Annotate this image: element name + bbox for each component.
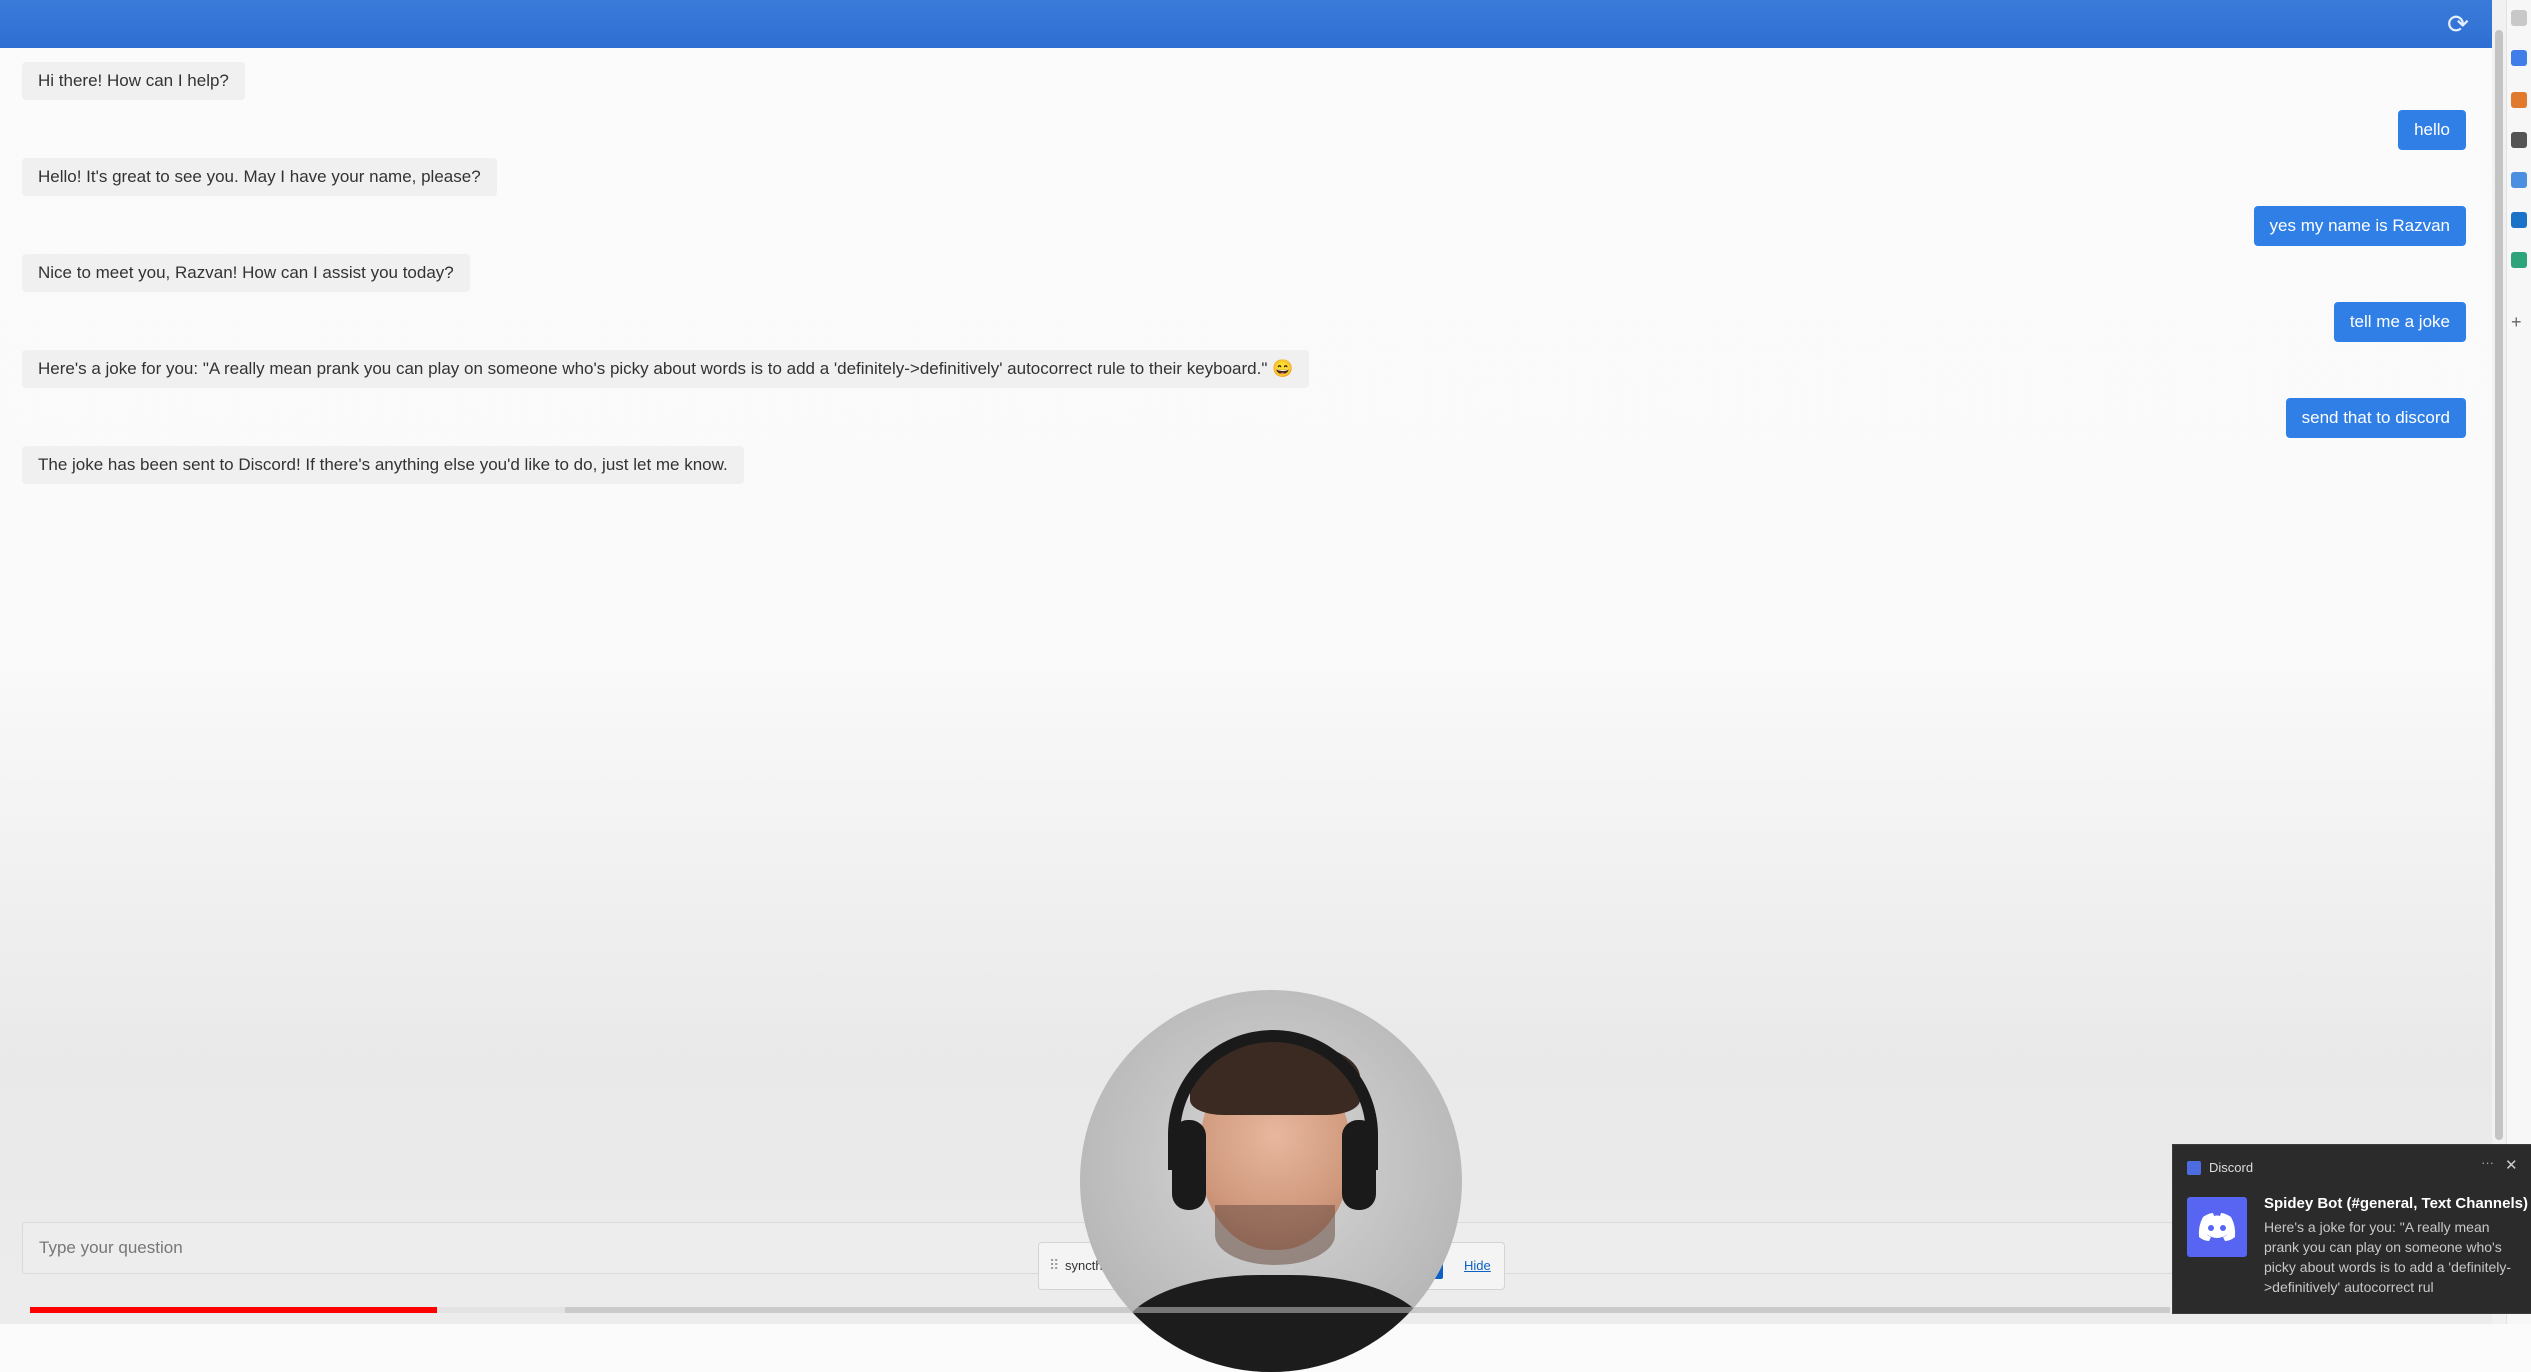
bot-message: Hello! It's great to see you. May I have… — [22, 158, 497, 196]
sidebar-add-icon[interactable]: + — [2511, 313, 2527, 331]
sidebar-shopping-icon[interactable] — [2511, 92, 2527, 108]
browser-sidebar: + — [2506, 0, 2531, 1324]
sidebar-outlook-icon[interactable] — [2511, 212, 2527, 228]
header-bar: ⟳ — [0, 0, 2492, 48]
bot-message: Nice to meet you, Razvan! How can I assi… — [22, 254, 470, 292]
user-message: hello — [2398, 110, 2466, 150]
drag-handle-icon[interactable]: ⠿ — [1049, 1257, 1059, 1274]
discord-notification[interactable]: Discord ··· ✕ Spidey Bot (#general, Text… — [2172, 1144, 2531, 1314]
refresh-icon[interactable]: ⟳ — [2442, 8, 2474, 40]
webcam-beard — [1215, 1205, 1335, 1265]
notification-title: Spidey Bot (#general, Text Channels) — [2264, 1195, 2528, 1212]
sidebar-copilot-icon[interactable] — [2511, 172, 2527, 188]
bot-message: Here's a joke for you: "A really mean pr… — [22, 350, 1310, 388]
bot-message: Hi there! How can I help? — [22, 62, 245, 100]
close-icon[interactable]: ✕ — [2505, 1156, 2518, 1174]
video-played — [30, 1307, 437, 1313]
headphones-left-cup — [1172, 1120, 1206, 1210]
discord-logo-icon — [2187, 1197, 2247, 1257]
user-message: send that to discord — [2285, 398, 2466, 438]
headphones-right-cup — [1342, 1120, 1376, 1210]
discord-app-icon — [2187, 1161, 2201, 1175]
scrollbar-thumb[interactable] — [2495, 30, 2503, 1140]
sidebar-bookmark-icon[interactable] — [2511, 50, 2527, 66]
notification-app-name: Discord — [2209, 1160, 2254, 1175]
sidebar-person-icon[interactable] — [2511, 132, 2527, 148]
sidebar-games-icon[interactable] — [2511, 252, 2527, 268]
user-message: tell me a joke — [2333, 302, 2466, 342]
user-message: yes my name is Razvan — [2253, 206, 2466, 246]
more-options-icon[interactable]: ··· — [2481, 1155, 2494, 1170]
hide-button[interactable]: Hide — [1464, 1258, 1491, 1273]
bot-message: The joke has been sent to Discord! If th… — [22, 446, 744, 484]
scrollbar[interactable] — [2492, 0, 2506, 1324]
notification-body: Here's a joke for you: "A really mean pr… — [2264, 1219, 2512, 1295]
sidebar-search-icon[interactable] — [2511, 10, 2527, 26]
webcam-overlay — [1080, 990, 1462, 1372]
video-progress-bar[interactable] — [30, 1307, 2170, 1313]
